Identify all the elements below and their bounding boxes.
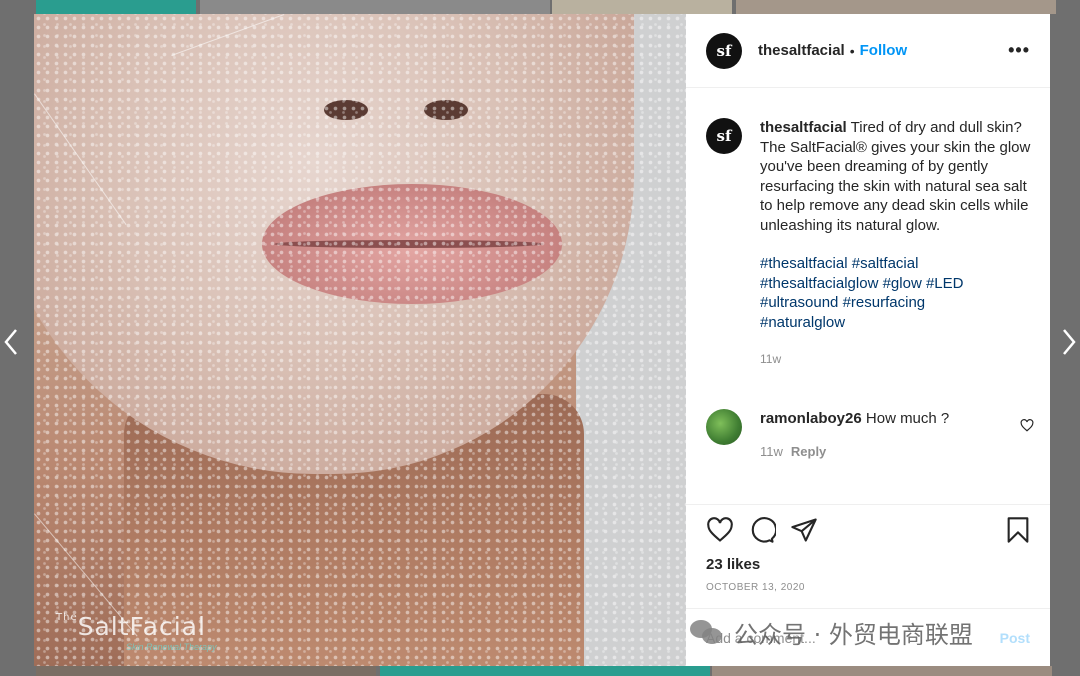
next-post-button[interactable] bbox=[1058, 322, 1080, 362]
comment-body: ramonlaboy26 How much ? 11w Reply bbox=[760, 409, 949, 461]
action-icons-row bbox=[706, 516, 1030, 549]
backdrop-post-thumbnail bbox=[36, 666, 376, 676]
hashtag-link[interactable]: #resurfacing bbox=[843, 294, 926, 311]
bookmark-icon bbox=[1007, 516, 1029, 543]
reply-button[interactable]: Reply bbox=[791, 444, 826, 459]
heart-icon bbox=[707, 516, 733, 542]
logo-tagline: Skin Renewal Therapy bbox=[126, 642, 217, 652]
commenter-username[interactable]: ramonlaboy26 bbox=[760, 410, 862, 427]
share-button[interactable] bbox=[790, 516, 818, 549]
caption-username[interactable]: thesaltfacial bbox=[760, 119, 847, 136]
backdrop-post-thumbnail bbox=[36, 0, 196, 14]
backdrop-post-thumbnail bbox=[712, 666, 1052, 676]
save-button[interactable] bbox=[1006, 516, 1030, 549]
wechat-icon bbox=[690, 618, 724, 646]
chevron-right-icon bbox=[1063, 329, 1076, 355]
watermark-text: 公众号 · 外贸电商联盟 bbox=[734, 620, 973, 649]
backdrop-post-thumbnail bbox=[200, 0, 550, 14]
like-button[interactable] bbox=[706, 516, 734, 548]
author-username[interactable]: thesaltfacial bbox=[758, 42, 845, 59]
hashtag-link[interactable]: #naturalglow bbox=[760, 314, 845, 331]
chevron-left-icon bbox=[4, 329, 17, 355]
caption-body: thesaltfacial Tired of dry and dull skin… bbox=[760, 118, 1036, 370]
hashtag-link[interactable]: #thesaltfacial bbox=[760, 255, 848, 272]
post-actions: 23 likes OCTOBER 13, 2020 bbox=[686, 504, 1050, 593]
caption-avatar[interactable]: sf bbox=[706, 118, 742, 154]
more-icon: ••• bbox=[1008, 40, 1030, 60]
comment-text: How much ? bbox=[865, 410, 950, 427]
logo-text: SaltFacial bbox=[77, 612, 206, 641]
share-icon bbox=[791, 517, 817, 542]
photo-salt-texture bbox=[34, 14, 686, 666]
post-date: OCTOBER 13, 2020 bbox=[706, 582, 805, 593]
like-count[interactable]: 23 likes bbox=[706, 556, 1030, 573]
author-avatar[interactable]: sf bbox=[706, 32, 742, 69]
like-comment-button[interactable] bbox=[1020, 419, 1034, 437]
post-comment-button[interactable]: Post bbox=[1000, 630, 1030, 646]
hashtag-list: #thesaltfacial #saltfacial #thesaltfacia… bbox=[760, 254, 1036, 332]
follow-button[interactable]: Follow bbox=[860, 42, 908, 59]
comment-item: ramonlaboy26 How much ? 11w Reply bbox=[706, 409, 1036, 461]
previous-post-button[interactable] bbox=[0, 322, 22, 362]
comment-meta: 11w Reply bbox=[760, 442, 949, 461]
post-header: sf thesaltfacial • Follow ••• bbox=[686, 14, 1050, 88]
caption-text: Tired of dry and dull skin? The SaltFaci… bbox=[760, 119, 1031, 234]
hashtag-link[interactable]: #glow bbox=[883, 275, 922, 292]
wechat-watermark: 公众号 · 外贸电商联盟 bbox=[690, 612, 973, 652]
post-detail-panel: sf thesaltfacial • Follow ••• sf thesalt… bbox=[686, 14, 1050, 666]
comment-icon bbox=[751, 516, 778, 543]
hashtag-link[interactable]: #thesaltfacialglow bbox=[760, 275, 878, 292]
post-caption: sf thesaltfacial Tired of dry and dull s… bbox=[706, 118, 1036, 370]
saltfacial-logo: TheSaltFacial bbox=[56, 612, 206, 641]
commenter-avatar[interactable] bbox=[706, 409, 742, 445]
hashtag-link[interactable]: #saltfacial bbox=[852, 255, 919, 272]
header-separator: • bbox=[849, 42, 855, 59]
hashtag-link[interactable]: #ultrasound bbox=[760, 294, 838, 311]
hashtag-link[interactable]: #LED bbox=[926, 275, 964, 292]
logo-prefix: The bbox=[56, 612, 78, 623]
post-image[interactable]: TheSaltFacial Skin Renewal Therapy bbox=[34, 14, 686, 666]
heart-icon bbox=[1020, 419, 1034, 432]
more-options-button[interactable]: ••• bbox=[1008, 40, 1030, 61]
backdrop-post-thumbnail bbox=[552, 0, 732, 14]
caption-timestamp[interactable]: 11w bbox=[760, 350, 1036, 370]
backdrop-post-thumbnail bbox=[736, 0, 1056, 14]
comment-timestamp[interactable]: 11w bbox=[760, 444, 783, 459]
comment-button[interactable] bbox=[748, 516, 778, 549]
backdrop-post-thumbnail bbox=[380, 666, 710, 676]
